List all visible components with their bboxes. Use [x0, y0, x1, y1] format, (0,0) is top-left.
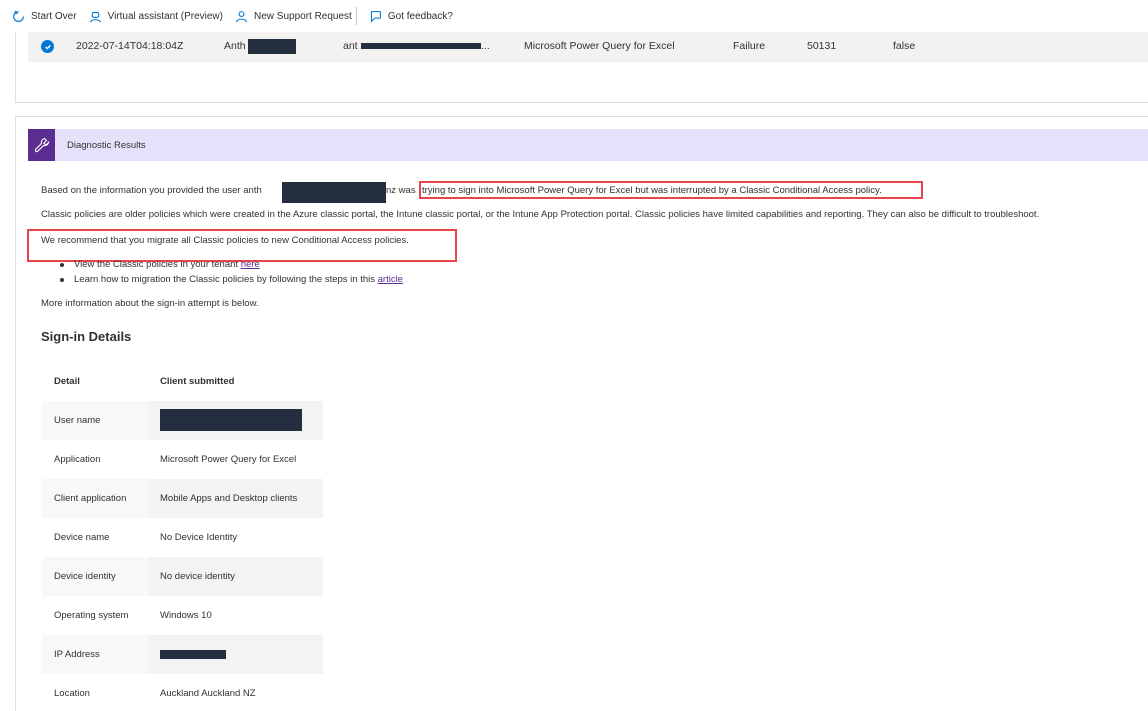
cell-timestamp: 2022-07-14T04:18:04Z [76, 40, 184, 52]
start-over-label: Start Over [31, 10, 77, 22]
toolbar-divider [355, 7, 357, 25]
row-label: IP Address [54, 649, 100, 660]
row-label: Client application [54, 493, 127, 504]
feedback-icon [370, 10, 381, 23]
diagnostic-line1-start: Based on the information you provided th… [41, 185, 262, 196]
table-row: Device name No Device Identity [42, 518, 323, 557]
new-support-request-label: New Support Request [254, 10, 352, 22]
table-row: IP Address [42, 635, 323, 674]
signin-results-table: 2022-07-14T04:18:04Z Anth ant ... Micros… [15, 32, 1148, 103]
got-feedback-label: Got feedback? [387, 10, 453, 22]
table-row: Location Auckland Auckland NZ [42, 674, 323, 711]
signin-details-heading: Sign-in Details [41, 329, 132, 344]
cell-email: ant [343, 40, 358, 52]
redacted-username [282, 182, 386, 203]
start-over-button[interactable]: Start Over [12, 0, 77, 32]
row-value: No Device Identity [160, 532, 238, 543]
col-header-client: Client submitted [160, 376, 235, 387]
row-value: Windows 10 [160, 610, 212, 621]
assistant-icon [89, 11, 101, 22]
table-row: User name [42, 401, 323, 440]
wrench-icon [28, 129, 55, 161]
row-value: Microsoft Power Query for Excel [160, 454, 297, 465]
table-row: Application Microsoft Power Query for Ex… [42, 440, 323, 479]
row-check-icon[interactable] [41, 40, 54, 53]
cell-flag: false [893, 40, 916, 52]
person-icon [236, 10, 247, 22]
more-info-text: More information about the sign-in attem… [41, 298, 259, 309]
row-label: Operating system [54, 610, 129, 621]
bullet2-text: Learn how to migration the Classic polic… [74, 274, 378, 285]
here-link[interactable]: here [241, 259, 260, 270]
col-header-detail: Detail [54, 376, 80, 387]
table-row: Client application Mobile Apps and Deskt… [42, 479, 323, 518]
redacted-username-value [160, 409, 302, 431]
command-bar: Start Over Virtual assistant (Preview) N… [0, 0, 1148, 32]
article-link[interactable]: article [378, 274, 403, 285]
row-value: No device identity [148, 557, 323, 596]
cell-error-code: 50131 [807, 40, 837, 52]
table-header-row: Detail Client submitted [42, 362, 323, 401]
diagnostic-title: Diagnostic Results [67, 139, 146, 151]
list-item: View the Classic policies in your tenant… [60, 258, 403, 273]
cell-email-ellipsis: ... [481, 40, 490, 52]
diagnostic-line2: Classic policies are older policies whic… [41, 209, 1040, 220]
table-row: Device identity No device identity [42, 557, 323, 596]
virtual-assistant-button[interactable]: Virtual assistant (Preview) [89, 0, 223, 32]
row-value [148, 401, 323, 440]
table-row-selected[interactable]: 2022-07-14T04:18:04Z Anth ant ... Micros… [28, 32, 1148, 62]
redacted-email [361, 43, 481, 49]
redacted-ip-value [160, 650, 226, 659]
row-label: Application [54, 454, 101, 465]
row-value: Mobile Apps and Desktop clients [148, 479, 323, 518]
diagnostic-header: Diagnostic Results [28, 129, 1148, 161]
row-label: Device name [54, 532, 110, 543]
row-label: User name [54, 415, 101, 426]
cell-user: Anth [224, 40, 246, 52]
row-label: Location [54, 688, 90, 699]
recommendation-list: View the Classic policies in your tenant… [60, 258, 403, 288]
list-item: Learn how to migration the Classic polic… [60, 273, 403, 288]
new-support-request-button[interactable]: New Support Request [235, 0, 352, 32]
bullet1-text: View the Classic policies in your tenant [74, 259, 241, 270]
got-feedback-button[interactable]: Got feedback? [369, 0, 453, 32]
cell-application: Microsoft Power Query for Excel [524, 40, 675, 52]
signin-details-table: Detail Client submitted User name Applic… [42, 362, 323, 711]
row-value [148, 635, 323, 674]
row-value: Auckland Auckland NZ [160, 688, 256, 699]
virtual-assistant-label: Virtual assistant (Preview) [107, 10, 223, 22]
redacted-user [248, 39, 296, 54]
row-label: Device identity [54, 571, 116, 582]
refresh-icon [13, 10, 24, 22]
cell-status: Failure [733, 40, 766, 52]
table-row: Operating system Windows 10 [42, 596, 323, 635]
diagnostic-line1-mid: nz was [386, 185, 416, 196]
highlight-box-line1 [419, 181, 923, 199]
